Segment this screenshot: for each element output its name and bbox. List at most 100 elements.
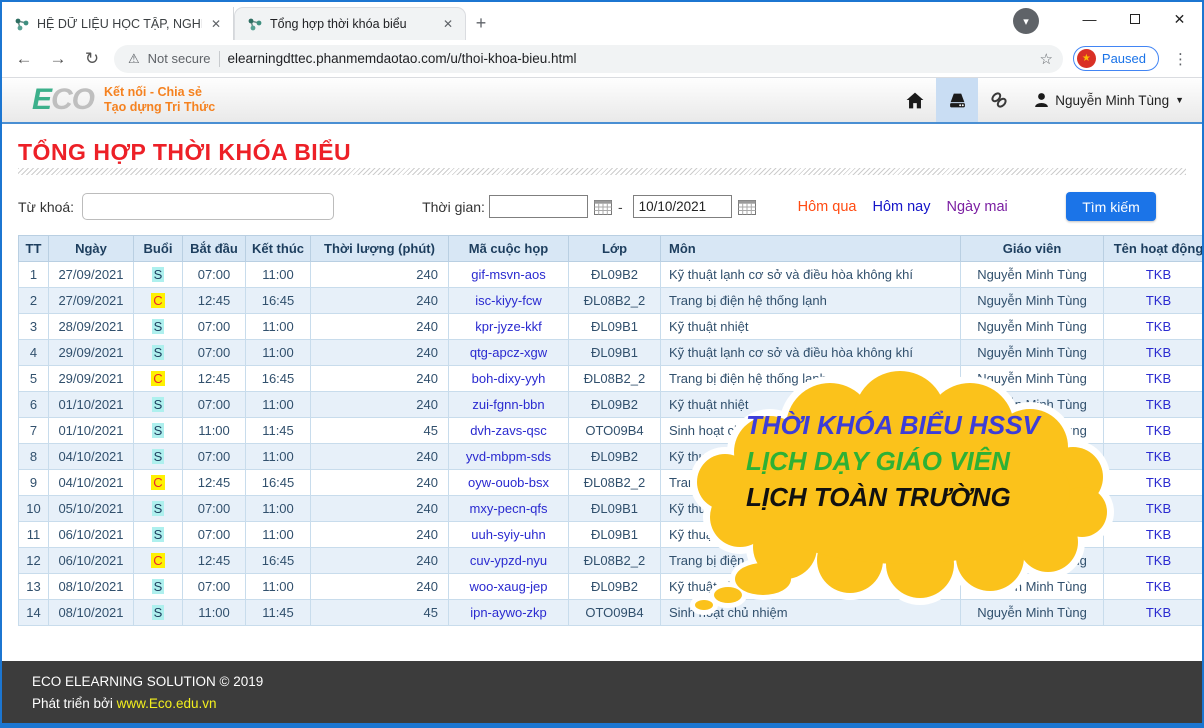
cell-class: ĐL09B2 [569,574,661,600]
meeting-code-link[interactable]: boh-dixy-yyh [472,371,546,386]
cell-tt: 10 [19,496,49,522]
meeting-code-link[interactable]: cuv-ypzd-nyu [470,553,547,568]
keyword-input[interactable] [82,193,334,220]
meeting-code-link[interactable]: dvh-zavs-qsc [470,423,547,438]
cell-end: 11:00 [246,522,311,548]
schedule-nav-button[interactable] [936,78,978,122]
cell-date: 05/10/2021 [49,496,134,522]
profile-avatar: ★ [1077,49,1096,68]
cell-tt: 5 [19,366,49,392]
profile-paused-badge[interactable]: ★ Paused [1073,46,1159,71]
column-header: Tên hoạt động [1104,236,1204,262]
footer-link[interactable]: www.Eco.edu.vn [117,696,217,711]
url-text[interactable]: elearningdttec.phanmemdaotao.com/u/thoi-… [228,51,1032,66]
close-button[interactable]: ✕ [1157,2,1202,36]
tkb-link[interactable]: TKB [1146,527,1171,542]
meeting-code-link[interactable]: qtg-apcz-xgw [470,345,547,360]
bookmark-star-icon[interactable]: ☆ [1039,50,1052,68]
tkb-link[interactable]: TKB [1146,423,1171,438]
meeting-code-link[interactable]: oyw-ouob-bsx [468,475,549,490]
eco-logo-e: E [32,83,51,116]
cell-meeting-code: uuh-syiy-uhn [449,522,569,548]
cell-end: 11:45 [246,418,311,444]
links-nav-button[interactable] [978,78,1020,122]
today-link[interactable]: Hôm nay [872,199,930,215]
new-tab-button[interactable]: + [466,7,496,40]
address-bar: ← → ↻ ⚠ Not secure elearningdttec.phanme… [2,40,1202,78]
tkb-link[interactable]: TKB [1146,371,1171,386]
title-underline [18,168,1186,175]
meeting-code-link[interactable]: isc-kiyy-fcw [475,293,541,308]
meeting-code-link[interactable]: ipn-aywo-zkp [470,605,547,620]
meeting-code-link[interactable]: kpr-jyze-kkf [475,319,541,334]
tkb-link[interactable]: TKB [1146,397,1171,412]
back-icon[interactable]: ← [12,49,36,69]
eco-logo[interactable]: ECO Kết nối - Chia sẻ Tạo dựng Tri Thức [2,78,215,122]
tkb-link[interactable]: TKB [1146,475,1171,490]
cell-date: 29/09/2021 [49,366,134,392]
tkb-link[interactable]: TKB [1146,345,1171,360]
cell-meeting-code: woo-xaug-jep [449,574,569,600]
menu-kebab-icon[interactable]: ⋮ [1169,50,1192,68]
tab-close-icon[interactable]: ✕ [441,17,455,31]
cell-subject: Kỹ thuật lạnh cơ sở và điều hòa không kh… [661,340,961,366]
meeting-code-link[interactable]: yvd-mbpm-sds [466,449,551,464]
date-to-calendar-button[interactable] [738,199,756,215]
reload-icon[interactable]: ↻ [80,49,104,69]
cell-duration: 240 [311,444,449,470]
paused-label: Paused [1102,51,1146,66]
date-from-calendar-button[interactable] [594,199,612,215]
tkb-link[interactable]: TKB [1146,449,1171,464]
date-to-input[interactable] [633,195,732,218]
tab-close-icon[interactable]: ✕ [209,17,223,31]
cell-tt: 7 [19,418,49,444]
maximize-button[interactable] [1112,2,1157,36]
cell-session: S [134,418,183,444]
home-nav-button[interactable] [894,78,936,122]
bubble-line-2: LỊCH DẠY GIÁO VIÊN [746,443,1040,479]
media-control-icon[interactable]: ▾ [1013,8,1039,34]
user-menu[interactable]: Nguyễn Minh Tùng ▼ [1020,78,1184,122]
yesterday-link[interactable]: Hôm qua [798,199,857,215]
meeting-code-link[interactable]: woo-xaug-jep [469,579,547,594]
cell-end: 11:45 [246,600,311,626]
tomorrow-link[interactable]: Ngày mai [947,199,1008,215]
tkb-link[interactable]: TKB [1146,605,1171,620]
tkb-link[interactable]: TKB [1146,501,1171,516]
tagline-line-1: Kết nối - Chia sẻ [104,85,215,100]
cell-duration: 240 [311,496,449,522]
tkb-link[interactable]: TKB [1146,267,1171,282]
tkb-link[interactable]: TKB [1146,319,1171,334]
meeting-code-link[interactable]: uuh-syiy-uhn [471,527,545,542]
search-button[interactable]: Tìm kiếm [1066,192,1156,221]
tkb-link[interactable]: TKB [1146,293,1171,308]
cell-teacher: Nguyễn Minh Tùng [961,340,1104,366]
tab-he-du-lieu[interactable]: HỆ DỮ LIỆU HỌC TẬP, NGHIÊN C ✕ [2,7,234,40]
cell-meeting-code: ipn-aywo-zkp [449,600,569,626]
tkb-link[interactable]: TKB [1146,553,1171,568]
cell-tt: 9 [19,470,49,496]
meeting-code-link[interactable]: gif-msvn-aos [471,267,545,282]
chevron-down-icon: ▼ [1175,95,1184,105]
forward-icon[interactable]: → [46,49,70,69]
tkb-link[interactable]: TKB [1146,579,1171,594]
url-divider [219,51,220,67]
tab-tong-hop-tkb[interactable]: Tổng hợp thời khóa biểu ✕ [234,7,466,40]
cell-duration: 240 [311,548,449,574]
cell-date: 27/09/2021 [49,262,134,288]
cell-class: ĐL09B1 [569,314,661,340]
meeting-code-link[interactable]: zui-fgnn-bbn [472,397,544,412]
cell-session: C [134,470,183,496]
url-box[interactable]: ⚠ Not secure elearningdttec.phanmemdaota… [114,45,1063,73]
cell-end: 16:45 [246,470,311,496]
cell-tt: 14 [19,600,49,626]
cell-class: ĐL09B2 [569,444,661,470]
calendar-icon [738,199,756,215]
table-header-row: TTNgàyBuổiBắt đầuKết thúcThời lượng (phú… [19,236,1204,262]
session-badge: S [152,579,165,594]
minimize-button[interactable]: — [1067,2,1112,36]
meeting-code-link[interactable]: mxy-pecn-qfs [469,501,547,516]
titlebar-controls: ▾ — ✕ [1013,2,1202,40]
date-from-input[interactable] [489,195,588,218]
cell-date: 06/10/2021 [49,522,134,548]
